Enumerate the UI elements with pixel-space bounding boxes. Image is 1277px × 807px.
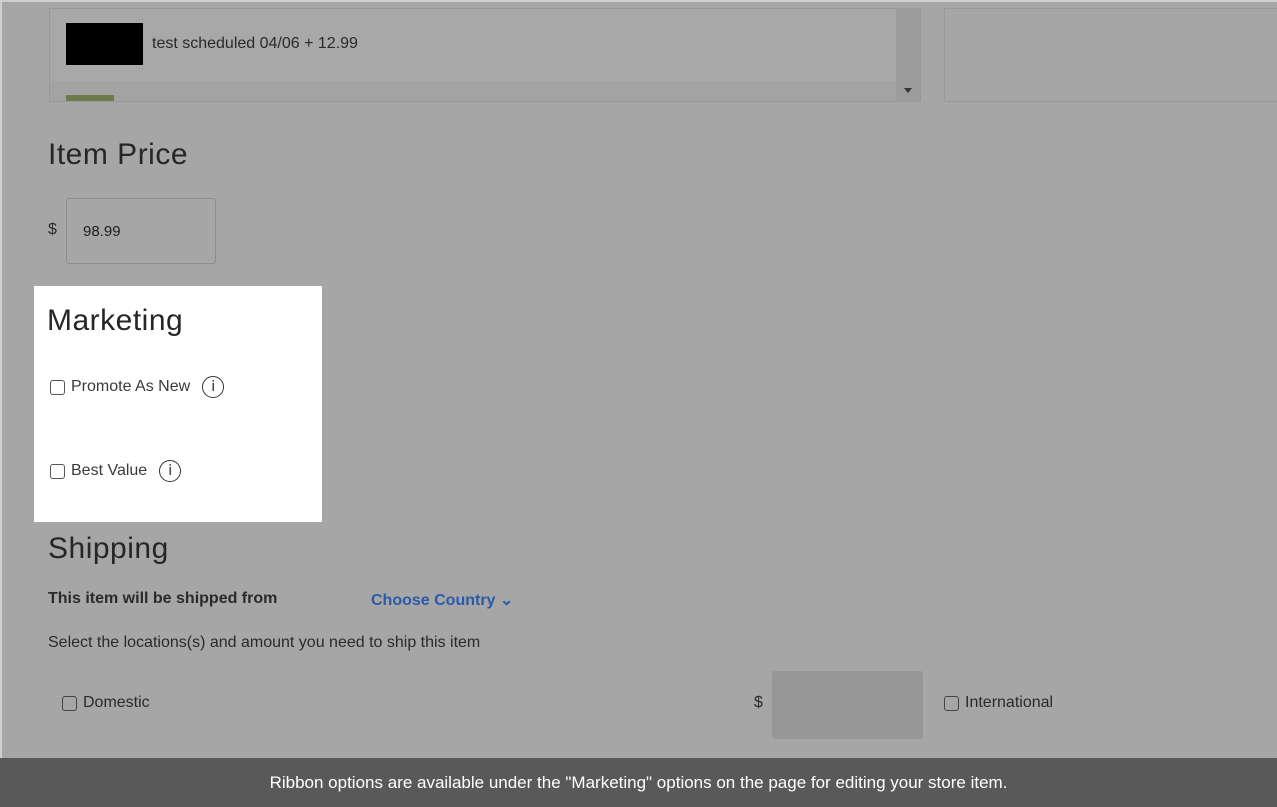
item-thumbnail	[66, 23, 143, 65]
international-label: International	[965, 694, 1054, 711]
shipping-currency: $	[754, 694, 763, 711]
dimmed-page: test scheduled 04/06 + 12.99 Item Price …	[0, 0, 1277, 807]
caption-bar: Ribbon options are available under the "…	[0, 758, 1277, 807]
select-locations-text: Select the locations(s) and amount you n…	[48, 634, 481, 651]
shipping-heading: Shipping	[48, 532, 169, 565]
ships-from-label: This item will be shipped from	[48, 590, 278, 607]
domestic-amount-input[interactable]	[772, 671, 923, 739]
choose-country-dropdown[interactable]: Choose Country ⌄	[371, 590, 513, 610]
domestic-option[interactable]: Domestic	[62, 694, 150, 712]
marketing-heading: Marketing	[47, 304, 184, 337]
side-panel	[944, 8, 1277, 102]
international-option[interactable]: International	[944, 694, 1053, 712]
promote-as-new-label: Promote As New	[71, 378, 191, 395]
caption-text: Ribbon options are available under the "…	[269, 772, 1008, 792]
price-value: 98.99	[83, 223, 121, 240]
list-scrollbar[interactable]	[896, 9, 920, 101]
promote-as-new-checkbox[interactable]	[50, 379, 65, 395]
list-item[interactable]: test scheduled 04/06 + 12.99	[50, 9, 896, 81]
promote-as-new-option[interactable]: Promote As New i	[50, 376, 225, 398]
price-input[interactable]: 98.99	[66, 198, 216, 264]
marketing-section: Marketing Promote As New i Best Value i	[34, 286, 322, 522]
list-item-label: test scheduled 04/06 + 12.99	[152, 35, 358, 52]
best-value-option[interactable]: Best Value i	[50, 460, 182, 482]
item-list[interactable]: test scheduled 04/06 + 12.99	[49, 8, 921, 102]
price-currency: $	[48, 221, 57, 238]
info-icon[interactable]: i	[159, 460, 182, 482]
item-price-heading: Item Price	[48, 138, 189, 171]
best-value-checkbox[interactable]	[50, 463, 65, 479]
domestic-label: Domestic	[83, 694, 150, 711]
international-checkbox[interactable]	[944, 695, 959, 711]
scroll-down-icon[interactable]	[904, 88, 912, 93]
best-value-label: Best Value	[71, 462, 148, 479]
domestic-checkbox[interactable]	[62, 695, 77, 711]
next-item-thumbnail	[66, 95, 114, 101]
info-icon[interactable]: i	[202, 376, 225, 398]
